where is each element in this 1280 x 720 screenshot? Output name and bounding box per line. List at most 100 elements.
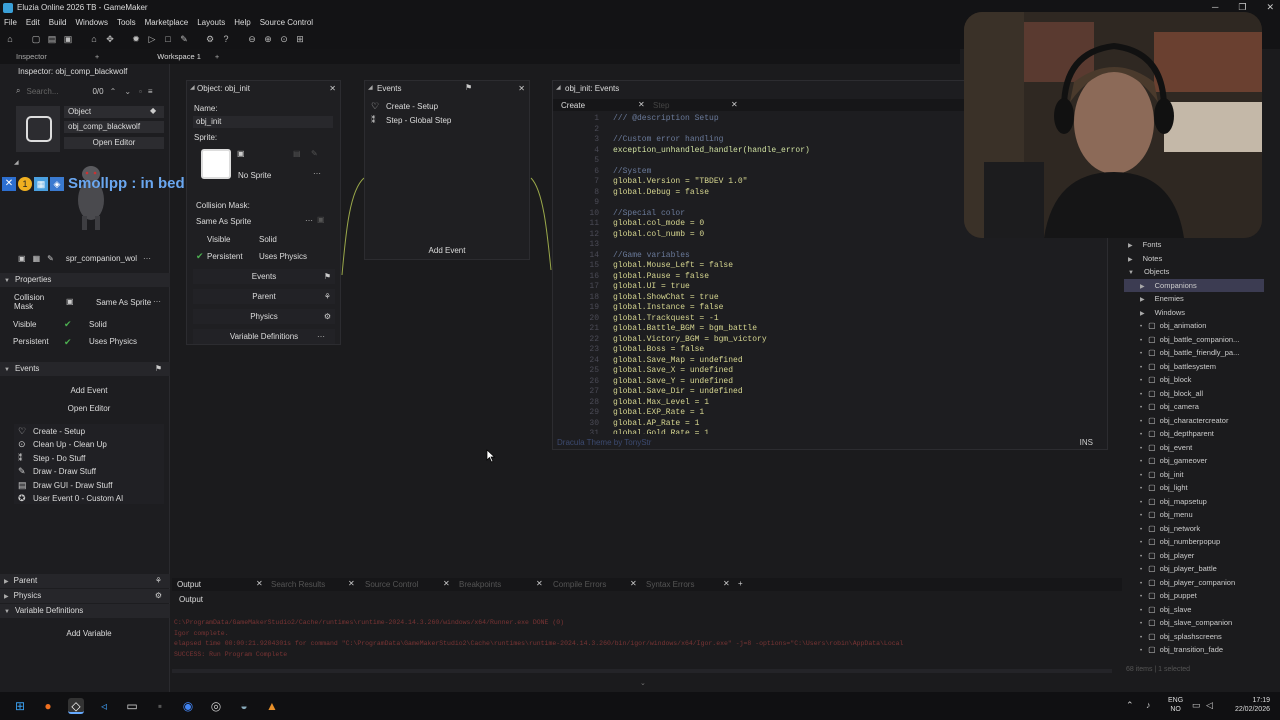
close-icon[interactable]: ✕ — [348, 579, 355, 588]
save-icon[interactable]: ▣ — [62, 33, 74, 45]
mic-icon[interactable]: ♪ — [1146, 700, 1151, 710]
mask-edit-icon[interactable]: ▣ — [317, 215, 325, 224]
tree-item[interactable]: • ▢ obj_gameover — [1124, 454, 1264, 467]
sprite-more-icon[interactable]: ⋯ — [143, 254, 151, 263]
close-icon[interactable]: ✕ — [329, 84, 336, 93]
tree-item[interactable]: • ▢ obj_animation — [1124, 319, 1264, 332]
clean-build-icon[interactable]: ✎ — [178, 33, 190, 45]
parent-header[interactable]: ▶ Parent ⚘ — [0, 574, 170, 588]
sprite-more-icon[interactable]: ⋯ — [313, 169, 321, 178]
menu-icon[interactable]: ≡ — [148, 87, 153, 96]
zoom-in-icon[interactable]: ⊕ — [262, 33, 274, 45]
stop-icon[interactable]: □ — [162, 33, 174, 45]
search-input[interactable]: Search... — [26, 87, 82, 96]
tab-search-results[interactable]: Search Results — [271, 580, 325, 589]
tree-item[interactable]: • ▢ obj_block_all — [1124, 387, 1264, 400]
sprite-icon[interactable]: ▣ — [18, 254, 26, 263]
menu-file[interactable]: File — [4, 18, 17, 27]
language-indicator[interactable]: ENG NO — [1168, 696, 1183, 714]
tag-icon[interactable]: ◆ — [150, 106, 156, 115]
sprite-name[interactable]: spr_companion_wol — [66, 254, 137, 263]
menu-build[interactable]: Build — [49, 18, 67, 27]
code-line[interactable]: 30 global.AP_Rate = 1 — [557, 419, 1097, 430]
volume-icon[interactable]: ◁ — [1206, 700, 1213, 711]
event-item[interactable]: ♡ Create - Setup — [371, 101, 438, 112]
events-button[interactable]: Events ⚑ — [193, 269, 335, 284]
tab-breakpoints[interactable]: Breakpoints — [459, 580, 501, 589]
tree-item[interactable]: • ▢ obj_splashscreens — [1124, 630, 1264, 643]
menu-source-control[interactable]: Source Control — [260, 18, 313, 27]
tree-item[interactable]: • ▢ obj_player_companion — [1124, 576, 1264, 589]
edit-sprite-icon[interactable]: ▤ — [293, 149, 301, 158]
tree-item[interactable]: • ▢ obj_block — [1124, 373, 1264, 386]
close-icon[interactable]: ✕ — [638, 100, 645, 109]
code-line[interactable]: 26 global.Save_Y = undefined — [557, 377, 1097, 388]
add-event-button[interactable]: Add Event — [365, 246, 529, 255]
variable-defs-header[interactable]: ▼ Variable Definitions — [0, 604, 170, 618]
tree-item[interactable]: • ▢ obj_light — [1124, 481, 1264, 494]
add-variable-button[interactable]: Add Variable — [0, 629, 178, 638]
pencil-icon[interactable]: ✎ — [47, 254, 54, 263]
code-line[interactable]: 22 global.Victory_BGM = bgm_victory — [557, 335, 1097, 346]
visible-checkbox[interactable]: ✔ — [64, 319, 72, 330]
debug-icon[interactable]: ✹ — [130, 33, 142, 45]
obs-icon[interactable]: ◎ — [208, 698, 224, 714]
code-line[interactable]: 16 global.Pause = false — [557, 272, 1097, 283]
tab-source-control[interactable]: Source Control — [365, 580, 418, 589]
close-icon[interactable]: ✕ — [256, 579, 263, 588]
tree-item[interactable]: • ▢ obj_player — [1124, 549, 1264, 562]
tree-item[interactable]: • ▢ obj_puppet — [1124, 589, 1264, 602]
tree-item[interactable]: • ▢ obj_menu — [1124, 508, 1264, 521]
name-field[interactable]: obj_init — [193, 116, 333, 128]
close-icon[interactable]: ✕ — [723, 579, 730, 588]
clean-icon[interactable]: ✥ — [104, 33, 116, 45]
clock[interactable]: 17:19 22/02/2026 — [1222, 696, 1270, 714]
menu-layouts[interactable]: Layouts — [197, 18, 225, 27]
new-sprite-icon[interactable]: ▣ — [237, 149, 245, 158]
tab-output[interactable]: Output — [177, 580, 201, 589]
vlc-icon[interactable]: ▲ — [264, 698, 280, 714]
open-project-icon[interactable]: ▤ — [46, 33, 58, 45]
tree-item[interactable]: • ▢ obj_charactercreator — [1124, 414, 1264, 427]
menu-edit[interactable]: Edit — [26, 18, 40, 27]
package-icon[interactable]: ⌂ — [88, 33, 100, 45]
close-icon[interactable]: ✕ — [731, 100, 738, 109]
physics-header[interactable]: ▶ Physics ⚙ — [0, 589, 170, 603]
vscode-icon[interactable]: ◃ — [96, 698, 112, 714]
physics-button[interactable]: Physics ⚙ — [193, 309, 335, 324]
settings-icon[interactable]: ⚙ — [204, 33, 216, 45]
tree-item[interactable]: • ▢ obj_transition_fade — [1124, 643, 1264, 656]
add-tab-icon[interactable]: + — [738, 579, 743, 588]
firefox-icon[interactable]: ● — [40, 698, 56, 714]
add-tab-icon[interactable]: + — [95, 52, 99, 61]
chrome-icon[interactable]: ◉ — [180, 698, 196, 714]
tree-item[interactable]: • ▢ obj_player_battle — [1124, 562, 1264, 575]
code-line[interactable]: 15 global.Mouse_Left = false — [557, 261, 1097, 272]
code-line[interactable]: 17 global.UI = true — [557, 282, 1097, 293]
close-icon[interactable]: ✕ — [536, 579, 543, 588]
grid-icon[interactable]: ⊞ — [294, 33, 306, 45]
mask-edit-icon[interactable]: ▣ — [66, 297, 74, 306]
tab-workspace[interactable]: Workspace 1 — [157, 52, 201, 61]
windows-start-icon[interactable]: ⊞ — [12, 698, 28, 714]
tab-step[interactable]: Step — [653, 101, 669, 110]
arrow-down-icon[interactable]: ⌄ — [124, 87, 131, 96]
tree-item[interactable]: • ▢ obj_battlesystem — [1124, 360, 1264, 373]
events-header[interactable]: ▼ Events ⚑ — [0, 362, 170, 376]
open-editor-button-2[interactable]: Open Editor — [0, 404, 178, 413]
flag-icon[interactable]: ⚑ — [465, 83, 472, 92]
tree-folder[interactable]: ▶ Fonts — [1124, 238, 1264, 251]
tree-item[interactable]: • ▢ obj_depthparent — [1124, 427, 1264, 440]
code-line[interactable]: 29 global.EXP_Rate = 1 — [557, 408, 1097, 419]
event-item[interactable]: ⁑ Step - Do Stuff — [18, 453, 85, 464]
menu-help[interactable]: Help — [234, 18, 250, 27]
tab-inspector[interactable]: Inspector — [16, 52, 47, 61]
tree-item[interactable]: • ▢ obj_numberpopup — [1124, 535, 1264, 548]
new-project-icon[interactable]: ▢ — [30, 33, 42, 45]
tree-folder[interactable]: ▶ Enemies — [1124, 292, 1264, 305]
tree-item[interactable]: • ▢ obj_battle_friendly_pa... — [1124, 346, 1264, 359]
code-line[interactable]: 25 global.Save_X = undefined — [557, 366, 1097, 377]
parent-button[interactable]: Parent ⚘ — [193, 289, 335, 304]
code-line[interactable]: 28 global.Max_Level = 1 — [557, 398, 1097, 409]
menu-tools[interactable]: Tools — [117, 18, 136, 27]
